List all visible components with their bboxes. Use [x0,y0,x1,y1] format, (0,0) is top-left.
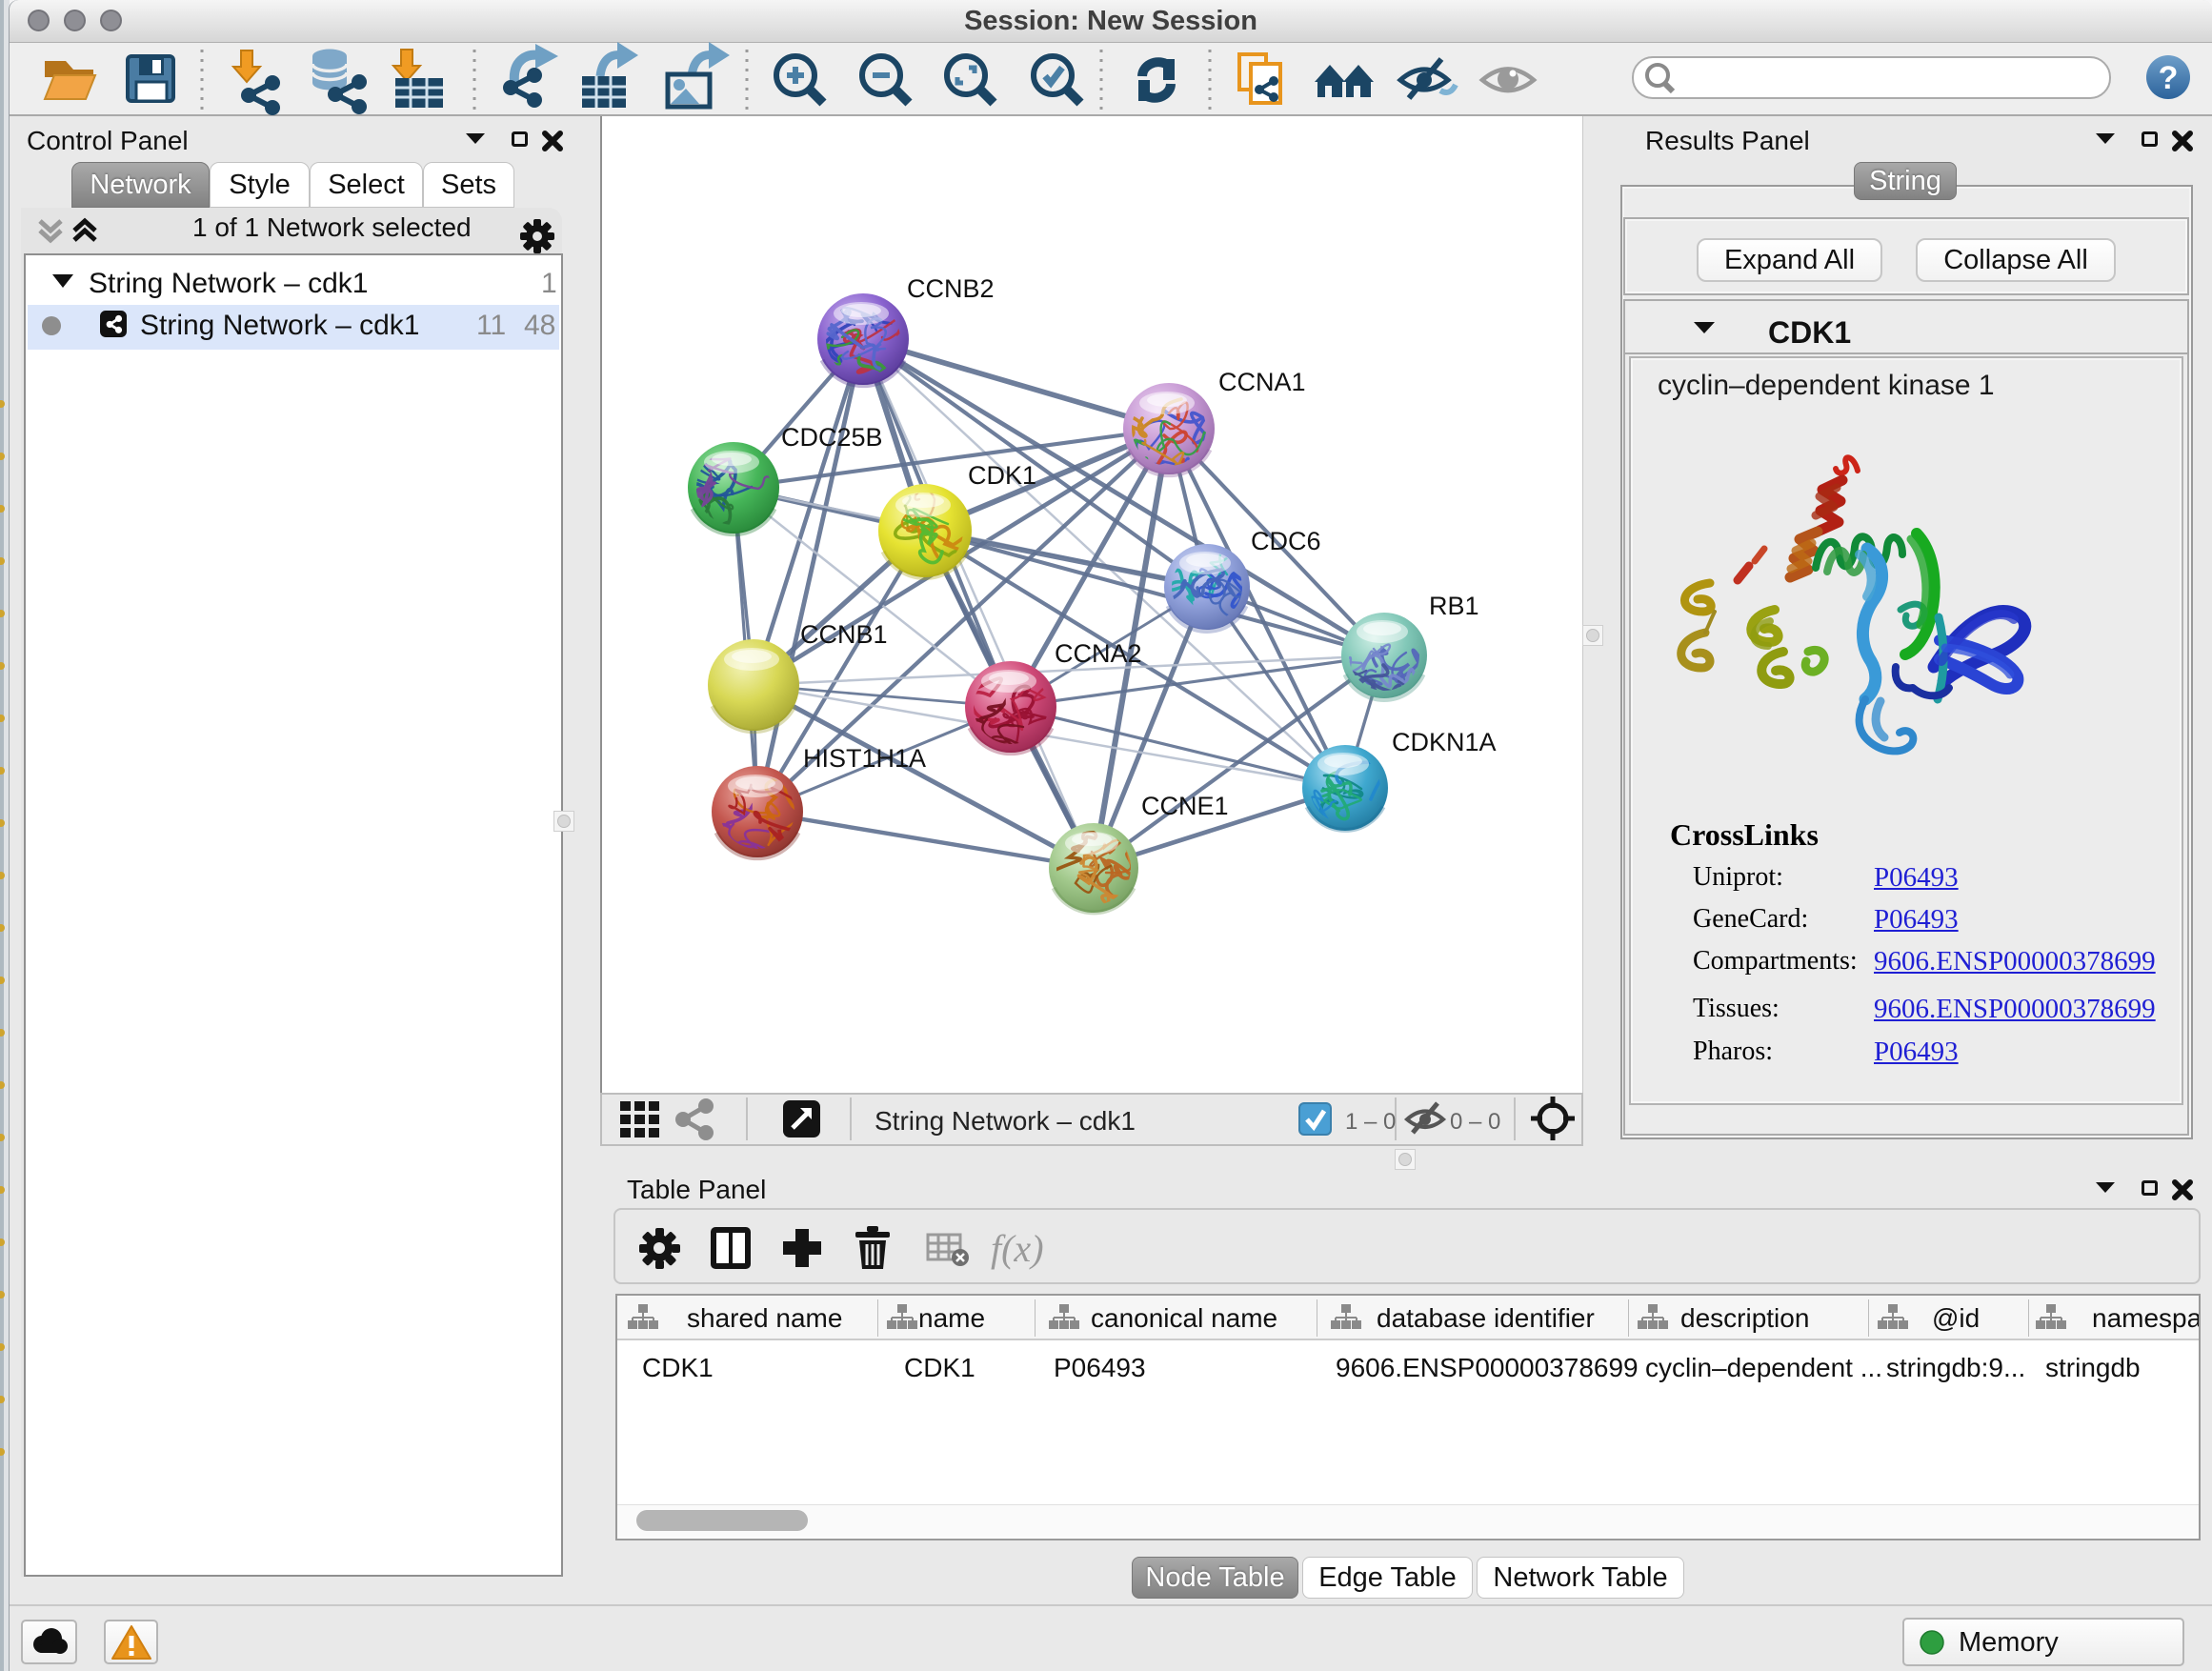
svg-text:CDC25B: CDC25B [781,423,883,452]
svg-text:?: ? [2159,60,2179,96]
svg-text:CCNA2: CCNA2 [1055,639,1142,668]
svg-text:RB1: RB1 [1429,592,1479,620]
svg-text:CCNA1: CCNA1 [1218,368,1306,396]
svg-text:CDC6: CDC6 [1251,527,1321,555]
svg-text:CDK1: CDK1 [968,461,1036,490]
svg-text:HIST1H1A: HIST1H1A [803,744,926,773]
svg-text:CCNB1: CCNB1 [800,620,888,649]
svg-text:f(x): f(x) [991,1227,1044,1270]
svg-text:CCNB2: CCNB2 [907,274,995,303]
svg-text:CDKN1A: CDKN1A [1392,728,1497,756]
svg-text:CCNE1: CCNE1 [1141,792,1229,820]
